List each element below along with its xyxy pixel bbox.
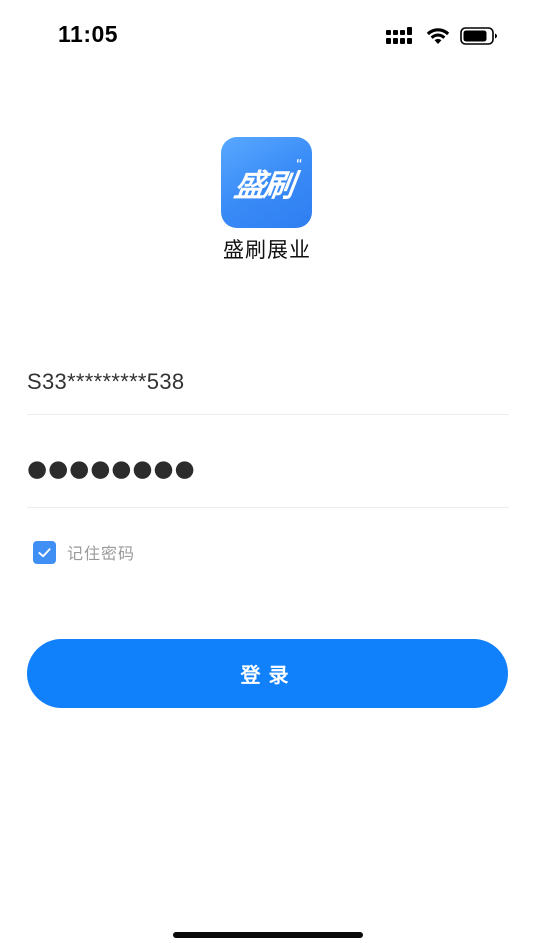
- app-logo: 盛刷": [221, 137, 312, 228]
- account-value[interactable]: S33*********538: [27, 369, 184, 395]
- status-bar: 11:05: [0, 0, 534, 70]
- signal-icon: [386, 27, 412, 44]
- wifi-icon: [426, 28, 450, 44]
- app-logo-text: 盛刷": [232, 157, 302, 204]
- home-indicator[interactable]: [173, 932, 363, 938]
- battery-icon: [460, 27, 497, 45]
- account-field[interactable]: S33*********538: [27, 354, 509, 415]
- app-logo-mark: ": [294, 157, 302, 171]
- app-name: 盛刷展业: [223, 238, 311, 262]
- remember-password-checkbox[interactable]: [33, 540, 56, 564]
- status-time: 11:05: [58, 21, 119, 47]
- login-button[interactable]: 登录: [27, 639, 508, 708]
- password-field[interactable]: ●●●●●●●●: [27, 444, 509, 508]
- remember-password-label[interactable]: 记住密码: [67, 540, 135, 564]
- remember-password-row[interactable]: 记住密码: [33, 539, 135, 565]
- password-value[interactable]: ●●●●●●●●: [27, 456, 196, 482]
- checkmark-icon: [38, 547, 51, 557]
- status-icons: [386, 25, 498, 47]
